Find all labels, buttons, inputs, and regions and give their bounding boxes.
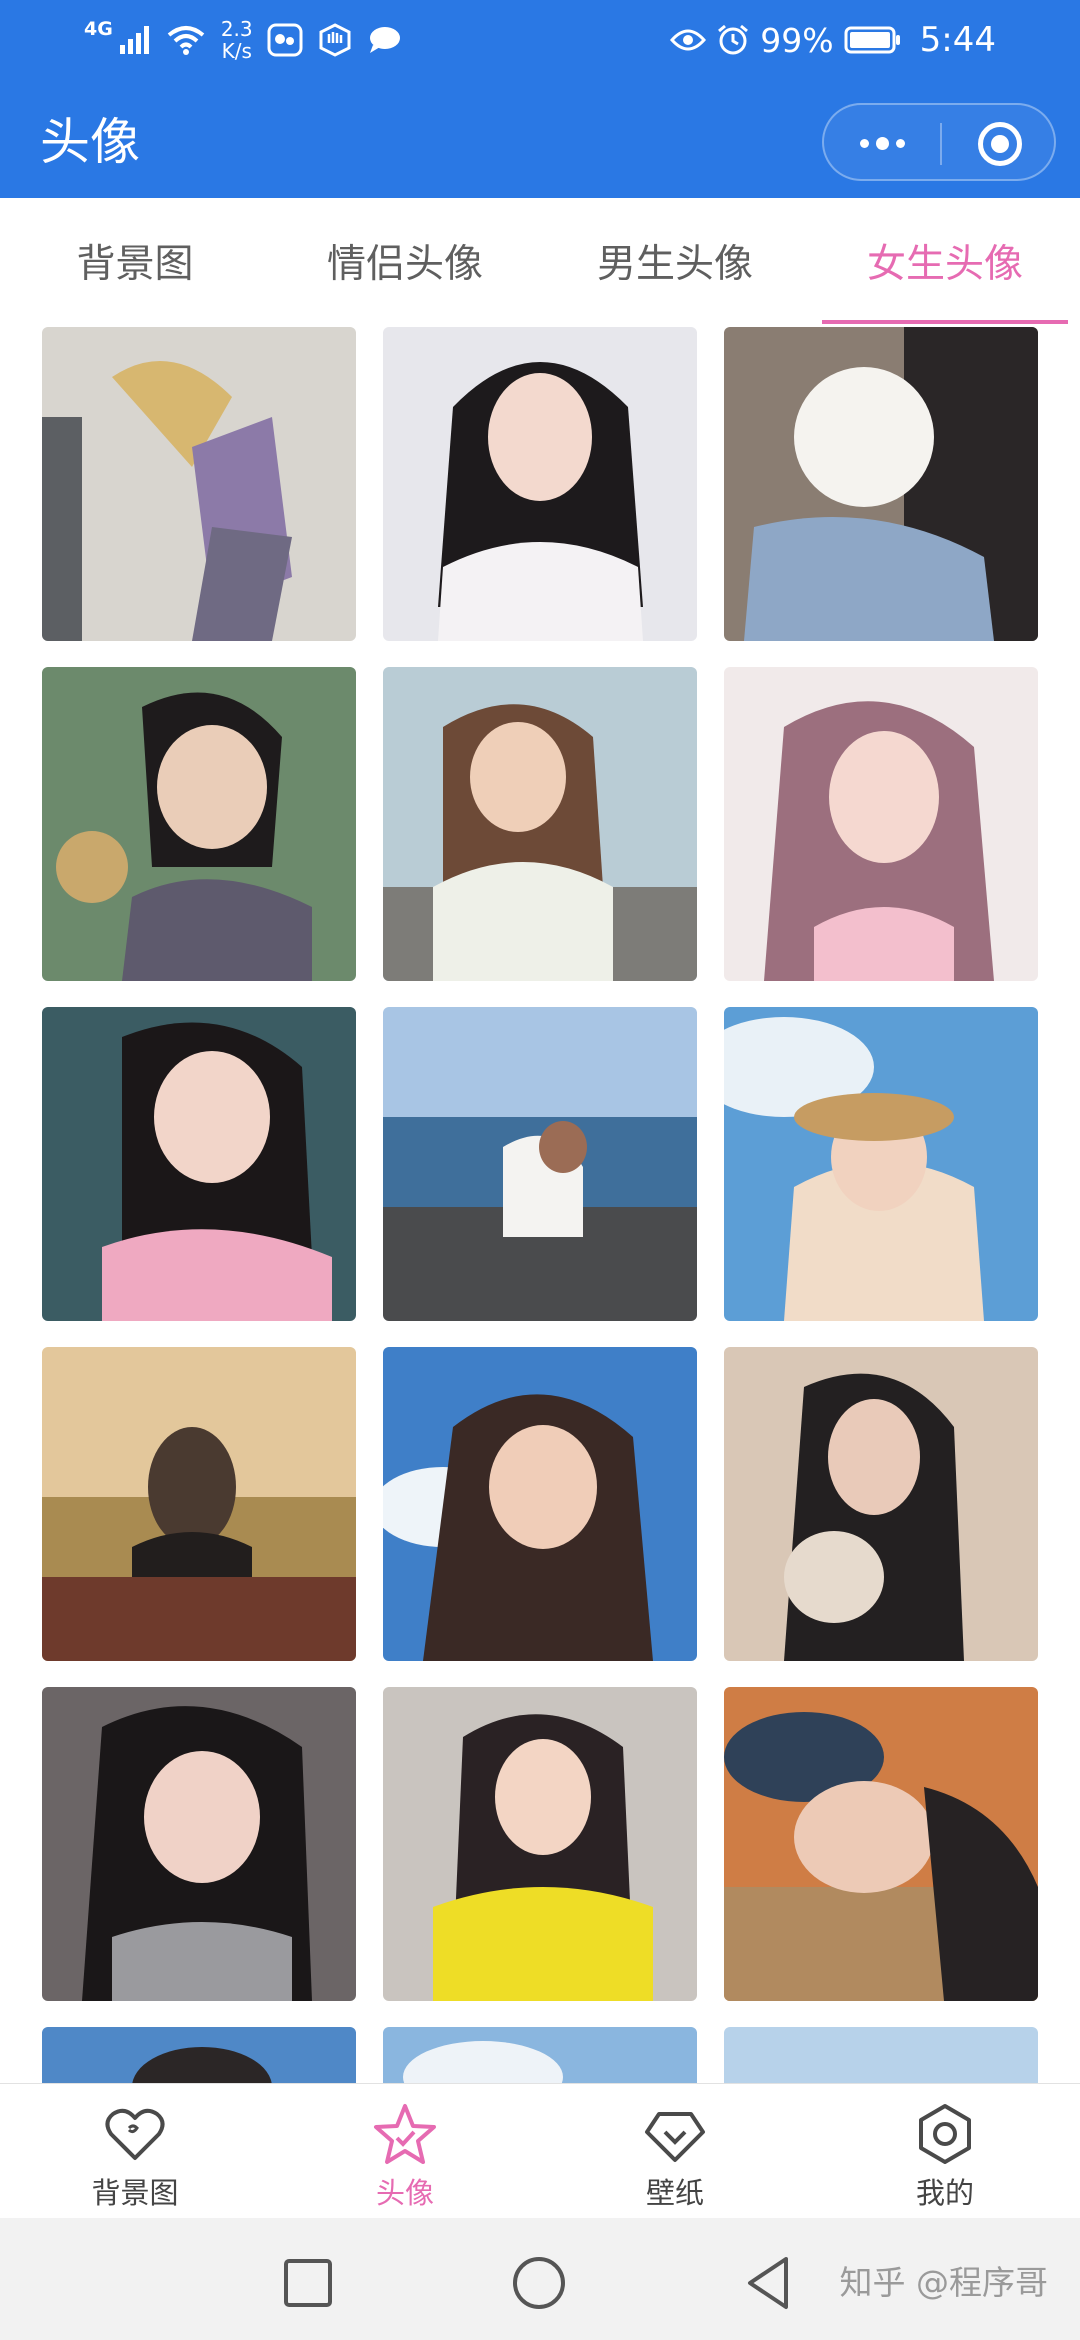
avatar-photo-18[interactable] xyxy=(724,2027,1038,2083)
chat-bubble-icon xyxy=(369,27,400,53)
nav-label-wallpaper: 壁纸 xyxy=(645,2176,704,2210)
star-icon xyxy=(374,2104,436,2164)
nav-item-mine[interactable]: 我的 xyxy=(810,2084,1080,2219)
system-nav-bar: 知乎 @程序哥 xyxy=(0,2218,1080,2340)
active-tab-indicator xyxy=(822,320,1068,324)
watermark-text: 知乎 @程序哥 xyxy=(839,2263,1049,2302)
network-type: 4G xyxy=(84,18,113,40)
avatar-photo-6[interactable] xyxy=(724,667,1038,981)
app-screen: 4G 2.3 K/s 99% 5:44 头像 背景图 情侣头像 男生头像 女生头… xyxy=(0,0,1080,2340)
avatar-photo-13[interactable] xyxy=(42,1687,356,2001)
avatar-photo-4[interactable] xyxy=(42,667,356,981)
tab-background[interactable]: 背景图 xyxy=(0,198,270,324)
avatar-photo-14[interactable] xyxy=(383,1687,697,2001)
nav-item-background[interactable]: 背景图 xyxy=(0,2084,270,2219)
more-dots-icon[interactable] xyxy=(852,119,912,167)
nav-item-avatar[interactable]: 头像 xyxy=(270,2084,540,2219)
wifi-icon xyxy=(167,26,205,55)
target-circle-icon[interactable] xyxy=(978,122,1022,166)
tab-girl-avatar[interactable]: 女生头像 xyxy=(810,198,1080,324)
mini-program-capsule xyxy=(822,103,1056,181)
status-bar: 4G 2.3 K/s 99% 5:44 xyxy=(0,0,1080,80)
capsule-divider xyxy=(940,123,942,165)
recent-apps-icon[interactable] xyxy=(278,2253,338,2313)
battery-percent: 99% xyxy=(760,20,834,60)
page-title: 头像 xyxy=(40,113,140,171)
status-left: 4G 2.3 K/s xyxy=(84,16,401,64)
speed-value: 2.3 xyxy=(220,17,253,41)
avatar-photo-10[interactable] xyxy=(42,1347,356,1661)
top-bar: 4G 2.3 K/s 99% 5:44 头像 xyxy=(0,0,1080,198)
nav-label-avatar: 头像 xyxy=(375,2176,434,2210)
nav-item-wallpaper[interactable]: 壁纸 xyxy=(540,2084,810,2219)
tab-couple-avatar[interactable]: 情侣头像 xyxy=(270,198,540,324)
tab-boy-avatar[interactable]: 男生头像 xyxy=(540,198,810,324)
avatar-photo-11[interactable] xyxy=(383,1347,697,1661)
app-notification-icon-2 xyxy=(319,23,351,57)
nav-label-background: 背景图 xyxy=(91,2176,179,2210)
category-tabs: 背景图 情侣头像 男生头像 女生头像 xyxy=(0,198,1080,328)
battery-icon xyxy=(844,26,900,54)
back-icon[interactable] xyxy=(740,2253,800,2313)
avatar-photo-3[interactable] xyxy=(724,327,1038,641)
status-right: 99% 5:44 xyxy=(670,16,996,64)
signal-icon xyxy=(119,26,149,54)
nav-label-mine: 我的 xyxy=(915,2176,974,2210)
heart-badge-icon xyxy=(105,2108,165,2160)
avatar-grid xyxy=(0,326,1080,2083)
bottom-tab-bar: 背景图 头像 壁纸 我的 xyxy=(0,2083,1080,2218)
diamond-icon xyxy=(645,2112,705,2162)
avatar-photo-12[interactable] xyxy=(724,1347,1038,1661)
eye-icon xyxy=(670,29,707,51)
avatar-photo-5[interactable] xyxy=(383,667,697,981)
home-icon[interactable] xyxy=(509,2253,569,2313)
avatar-photo-8[interactable] xyxy=(383,1007,697,1321)
avatar-photo-2[interactable] xyxy=(383,327,697,641)
avatar-photo-17[interactable] xyxy=(383,2027,697,2083)
avatar-photo-15[interactable] xyxy=(724,1687,1038,2001)
avatar-photo-7[interactable] xyxy=(42,1007,356,1321)
app-notification-icon xyxy=(267,23,303,57)
speed-unit: K/s xyxy=(221,39,252,63)
hexagon-icon xyxy=(919,2104,971,2164)
network-speed: 2.3 K/s xyxy=(221,18,253,62)
avatar-photo-16[interactable] xyxy=(42,2027,356,2083)
clock-time: 5:44 xyxy=(919,20,996,60)
avatar-photo-1[interactable] xyxy=(42,327,356,641)
alarm-icon xyxy=(718,24,749,55)
avatar-photo-9[interactable] xyxy=(724,1007,1038,1321)
